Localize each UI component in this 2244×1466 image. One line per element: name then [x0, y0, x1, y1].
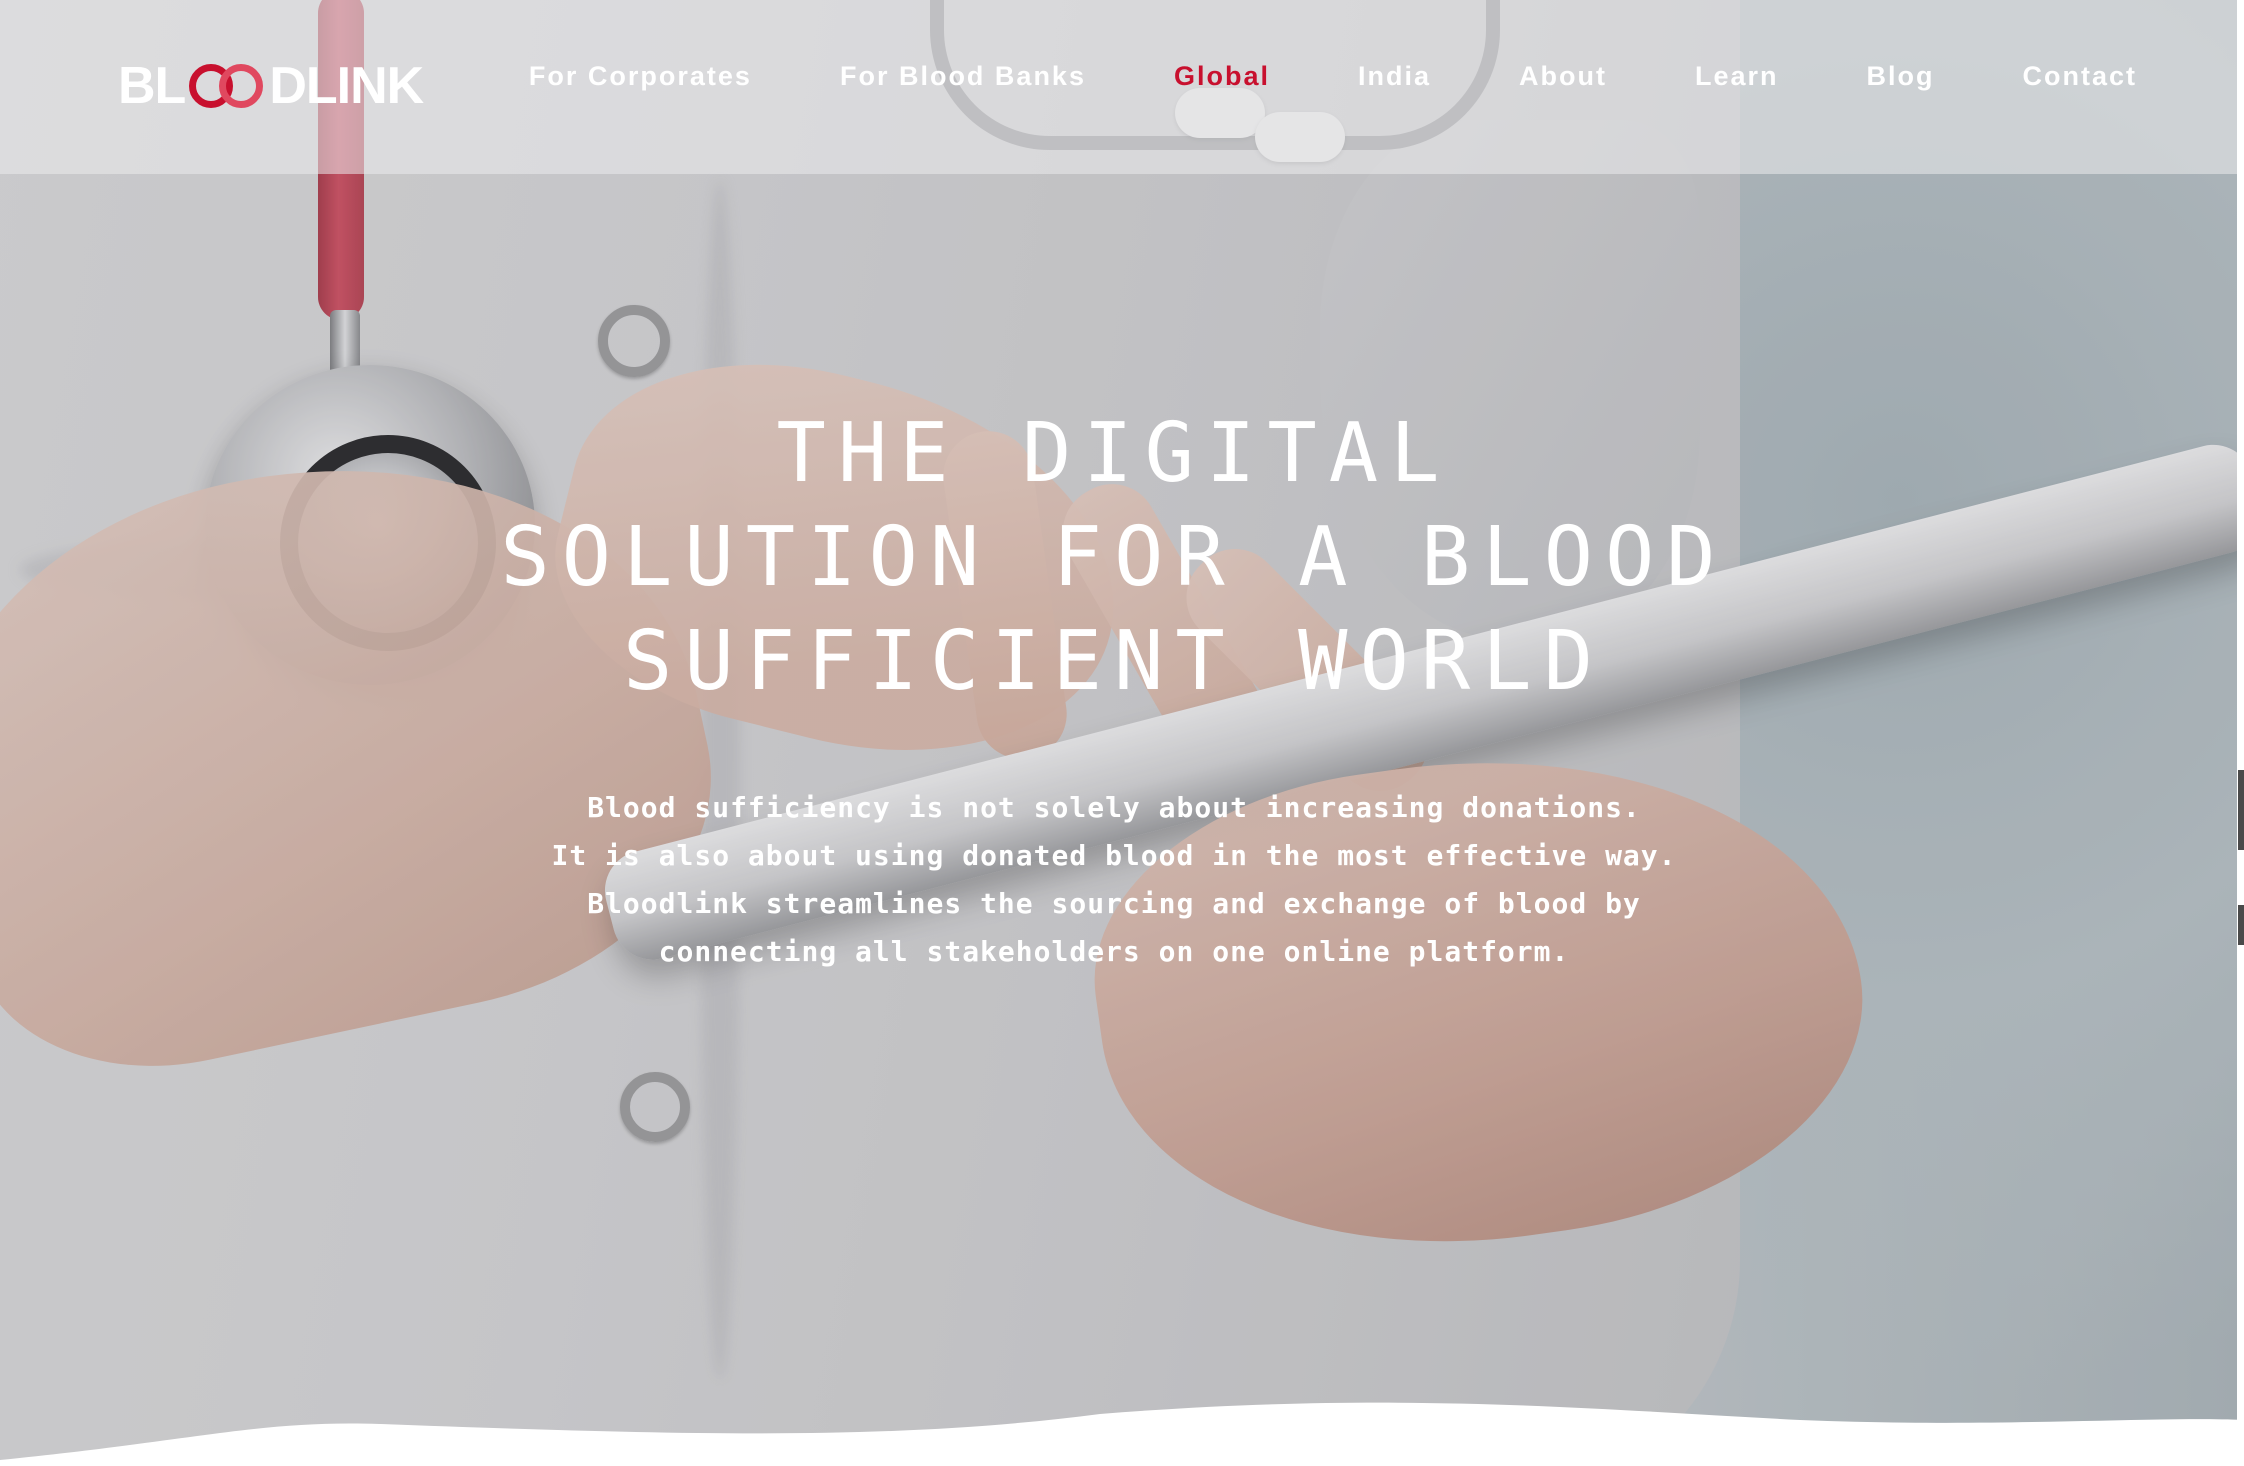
navbar: BL DLINK For Corporates For Blood Banks …	[0, 0, 2237, 174]
logo-text-end: DLINK	[269, 57, 424, 115]
description-line: Blood sufficiency is not solely about in…	[587, 791, 1641, 824]
headline-line: THE DIGITAL	[776, 406, 1452, 501]
logo-text-start: BL	[118, 57, 186, 115]
scrollbar-fragment	[2238, 905, 2244, 945]
description-line: Bloodlink streamlines the sourcing and e…	[587, 887, 1641, 920]
main-navigation: For Corporates For Blood Banks Global In…	[441, 56, 2137, 96]
hero-headline: THE DIGITAL SOLUTION FOR A BLOOD SUFFICI…	[420, 402, 1808, 714]
description-line: connecting all stakeholders on one onlin…	[658, 935, 1570, 968]
nav-item-learn[interactable]: Learn	[1695, 61, 1779, 92]
nav-item-blog[interactable]: Blog	[1867, 61, 1935, 92]
nav-item-india[interactable]: India	[1358, 61, 1431, 92]
headline-line: SOLUTION FOR A BLOOD	[500, 510, 1728, 605]
headline-line: SUFFICIENT WORLD	[623, 614, 1605, 709]
hero-description: Blood sufficiency is not solely about in…	[420, 784, 1808, 976]
bloodlink-logo[interactable]: BL DLINK	[118, 56, 424, 116]
description-line: It is also about using donated blood in …	[551, 839, 1677, 872]
bottom-wave-divider	[0, 1402, 2244, 1466]
logo-rings-icon	[187, 60, 267, 112]
hero-section: THE DIGITAL SOLUTION FOR A BLOOD SUFFICI…	[420, 402, 1808, 976]
scrollbar-fragment	[2238, 770, 2244, 850]
page-edge	[2237, 0, 2244, 1466]
nav-item-global[interactable]: Global	[1174, 61, 1270, 92]
page: BL DLINK For Corporates For Blood Banks …	[0, 0, 2244, 1466]
nav-item-for-corporates[interactable]: For Corporates	[529, 61, 752, 92]
nav-item-contact[interactable]: Contact	[2023, 61, 2138, 92]
nav-item-about[interactable]: About	[1519, 61, 1607, 92]
nav-item-for-blood-banks[interactable]: For Blood Banks	[840, 61, 1086, 92]
